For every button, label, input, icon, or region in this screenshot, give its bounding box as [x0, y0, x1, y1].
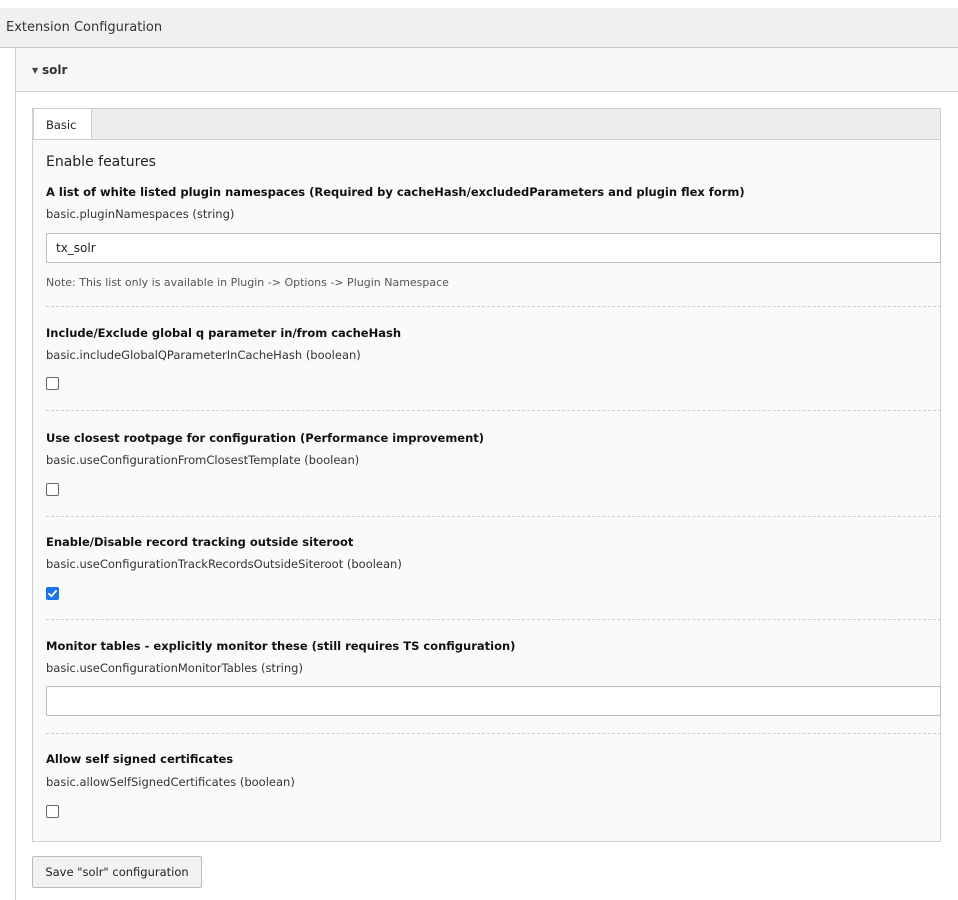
section-title: Enable features — [46, 154, 156, 170]
tab-basic[interactable]: Basic — [33, 108, 92, 140]
left-border — [15, 48, 16, 900]
plugin-namespaces-input[interactable] — [46, 233, 941, 263]
page-header: Extension Configuration — [0, 8, 958, 48]
tab-content-basic: Enable features A list of white listed p… — [32, 139, 941, 842]
field-key-self-signed: basic.allowSelfSignedCertificates (boole… — [46, 775, 295, 789]
panel-header-solr[interactable]: ▼ solr — [16, 48, 958, 92]
divider — [46, 733, 941, 734]
monitor-tables-input[interactable] — [46, 686, 941, 716]
self-signed-checkbox[interactable] — [46, 805, 59, 818]
tab-label: Basic — [46, 118, 77, 132]
divider — [46, 410, 941, 411]
checkmark-icon — [48, 590, 57, 598]
divider — [46, 619, 941, 620]
field-label-include-global-q: Include/Exclude global q parameter in/fr… — [46, 326, 402, 340]
page-title: Extension Configuration — [6, 20, 163, 35]
field-key-include-global-q: basic.includeGlobalQParameterInCacheHash… — [46, 348, 361, 362]
caret-down-icon: ▼ — [32, 66, 39, 75]
field-key-closest-rootpage: basic.useConfigurationFromClosestTemplat… — [46, 453, 360, 467]
tab-bar: Basic — [32, 108, 941, 140]
divider — [46, 516, 941, 517]
field-label-plugin-namespaces: A list of white listed plugin namespaces… — [46, 185, 745, 199]
field-note-plugin-namespaces: Note: This list only is available in Plu… — [46, 276, 449, 289]
field-key-monitor-tables: basic.useConfigurationMonitorTables (str… — [46, 661, 303, 675]
panel-title: solr — [42, 63, 68, 77]
closest-rootpage-checkbox[interactable] — [46, 483, 59, 496]
include-global-q-checkbox[interactable] — [46, 377, 59, 390]
divider — [46, 306, 941, 307]
field-label-self-signed: Allow self signed certificates — [46, 752, 234, 766]
save-configuration-button[interactable]: Save "solr" configuration — [32, 856, 202, 888]
field-key-plugin-namespaces: basic.pluginNamespaces (string) — [46, 207, 235, 221]
record-tracking-checkbox[interactable] — [46, 587, 59, 600]
field-label-monitor-tables: Monitor tables - explicitly monitor thes… — [46, 639, 516, 653]
field-label-record-tracking: Enable/Disable record tracking outside s… — [46, 535, 354, 549]
field-label-closest-rootpage: Use closest rootpage for configuration (… — [46, 431, 485, 445]
field-key-record-tracking: basic.useConfigurationTrackRecordsOutsid… — [46, 557, 402, 571]
